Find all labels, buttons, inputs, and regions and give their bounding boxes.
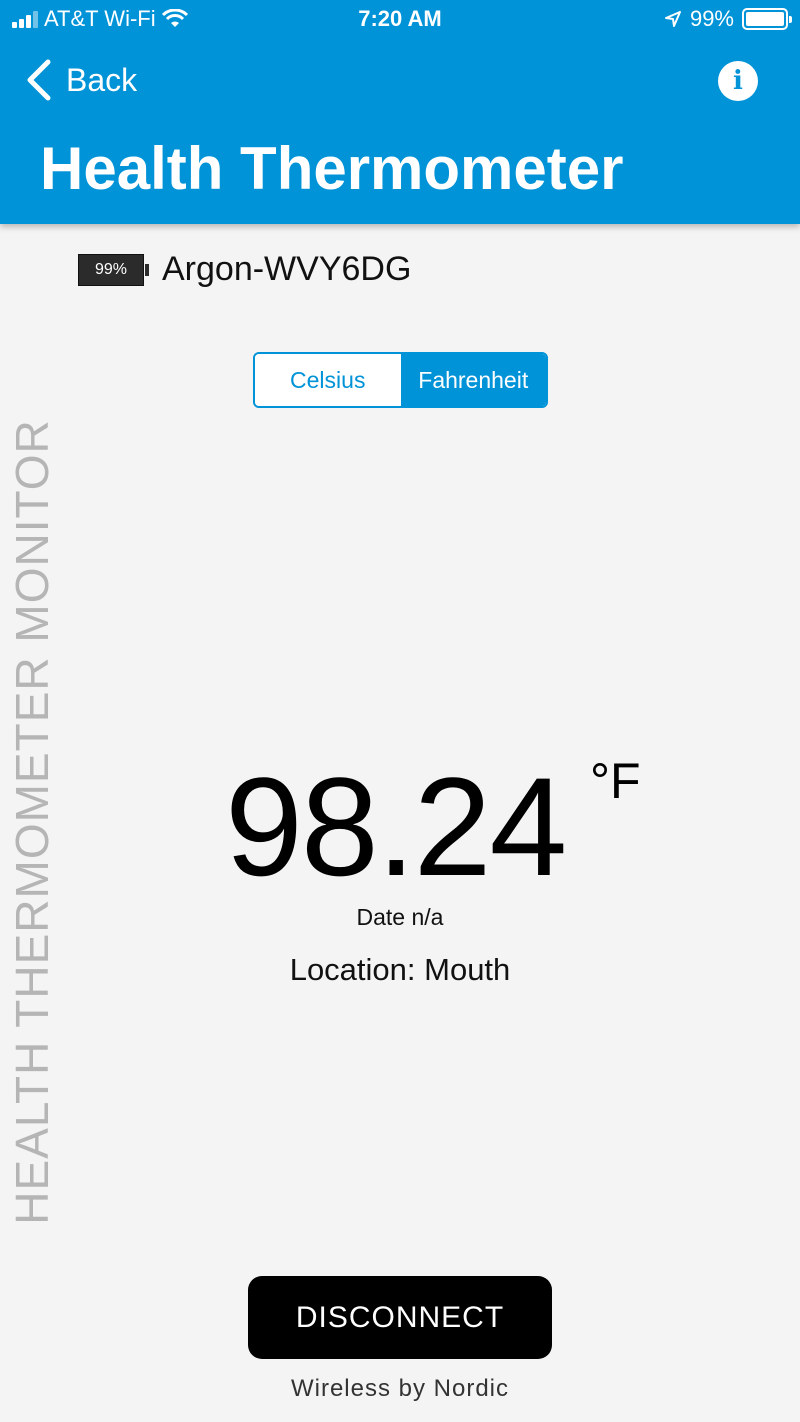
- temperature-reading: 98.24 °F: [0, 752, 800, 902]
- device-battery-badge: 99%: [78, 253, 149, 286]
- device-row: 99% Argon-WVY6DG: [78, 250, 411, 289]
- battery-percent: 99%: [689, 6, 734, 31]
- temperature-unit: °F: [590, 753, 641, 809]
- segment-celsius[interactable]: Celsius: [255, 354, 401, 406]
- navigation-header: AT&T Wi-Fi 7:20 AM 99% Back i Health The…: [0, 0, 800, 224]
- disconnect-button[interactable]: DISCONNECT: [248, 1276, 552, 1359]
- chevron-left-icon: [27, 59, 51, 101]
- back-button[interactable]: Back: [22, 58, 137, 102]
- reading-date: Date n/a: [356, 904, 444, 930]
- device-name: Argon-WVY6DG: [162, 250, 412, 288]
- status-right: 99%: [664, 6, 792, 32]
- location-icon: [664, 11, 681, 27]
- temperature-value: 98.24: [225, 748, 567, 905]
- back-label: Back: [66, 61, 138, 98]
- page-title: Health Thermometer: [40, 135, 624, 202]
- segment-fahrenheit[interactable]: Fahrenheit: [400, 354, 546, 406]
- footer-text: Wireless by Nordic: [290, 1375, 510, 1402]
- info-icon[interactable]: i: [718, 61, 758, 101]
- reading-location: Location: Mouth: [289, 952, 511, 987]
- status-bar: AT&T Wi-Fi 7:20 AM 99%: [0, 0, 800, 40]
- battery-icon: [742, 8, 792, 30]
- unit-segmented-control: Celsius Fahrenheit: [253, 352, 548, 408]
